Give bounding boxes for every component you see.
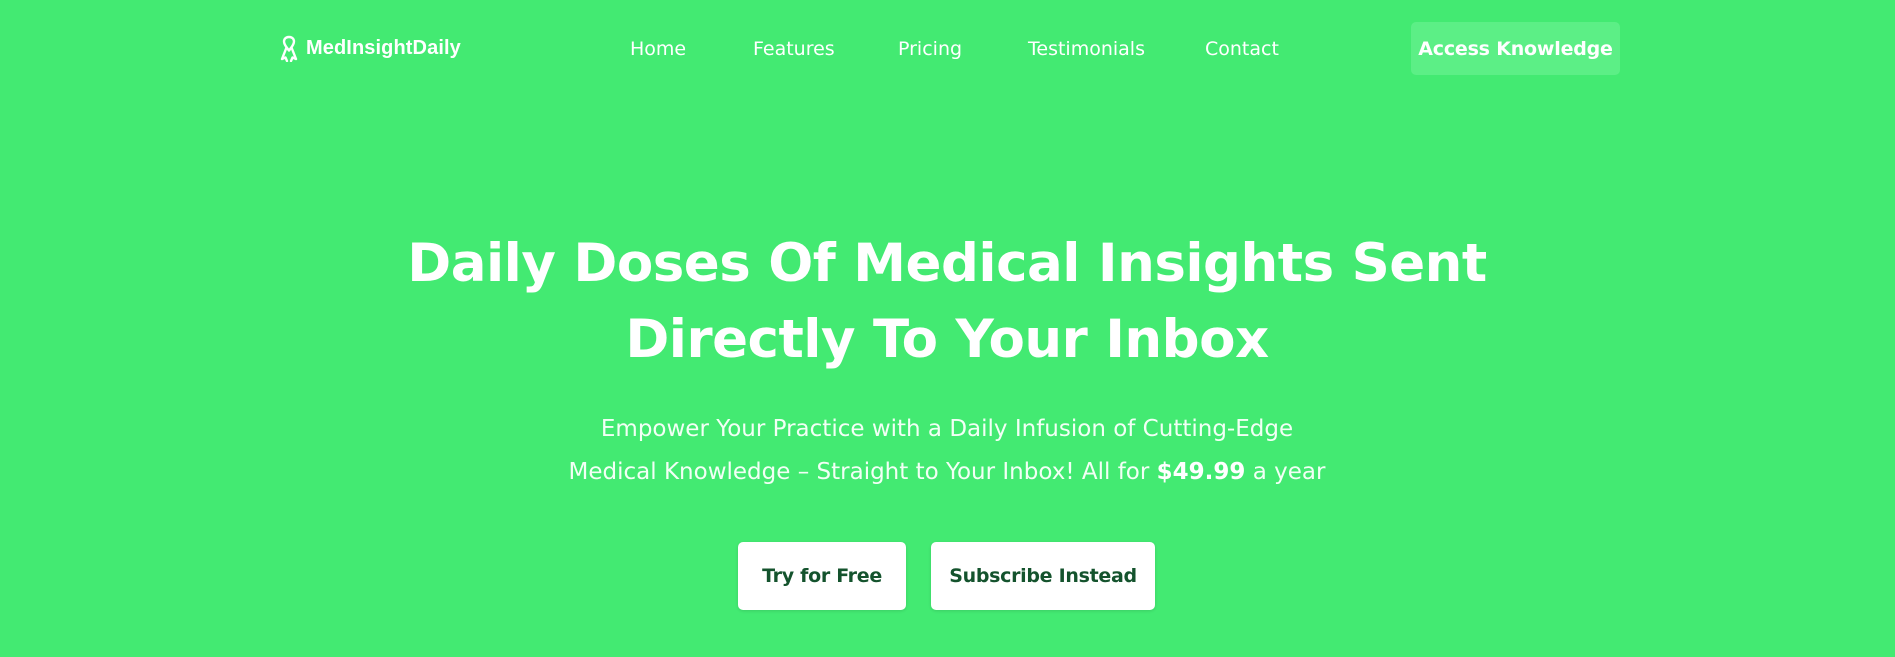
brand-logo-link[interactable]: MedInsightDaily bbox=[278, 34, 461, 63]
subscribe-instead-button[interactable]: Subscribe Instead bbox=[931, 542, 1155, 610]
hero-title-line-2: Directly To Your Inbox bbox=[625, 309, 1269, 370]
ribbon-icon bbox=[278, 34, 300, 63]
hero-subtitle-line-2-suffix: a year bbox=[1252, 459, 1326, 485]
hero-title: Daily Doses Of Medical Insights Sent Dir… bbox=[347, 226, 1547, 378]
nav-link-testimonials[interactable]: Testimonials bbox=[1028, 38, 1145, 60]
hero-subtitle-line-1: Empower Your Practice with a Daily Infus… bbox=[600, 416, 1294, 442]
hero-title-line-1: Daily Doses Of Medical Insights Sent bbox=[407, 233, 1487, 294]
hero-subtitle: Empower Your Practice with a Daily Infus… bbox=[447, 408, 1447, 494]
brand-name: MedInsightDaily bbox=[306, 36, 461, 59]
nav-link-contact[interactable]: Contact bbox=[1205, 38, 1279, 60]
nav-link-pricing[interactable]: Pricing bbox=[898, 38, 962, 60]
hero-subtitle-line-2-prefix: Medical Knowledge – Straight to Your Inb… bbox=[568, 459, 1150, 485]
nav-link-home[interactable]: Home bbox=[630, 38, 686, 60]
access-knowledge-button[interactable]: Access Knowledge bbox=[1411, 22, 1620, 75]
price-value: $49.99 bbox=[1156, 459, 1246, 485]
nav-link-features[interactable]: Features bbox=[753, 38, 835, 60]
top-navbar: MedInsightDaily Home Features Pricing Te… bbox=[0, 0, 1895, 100]
try-for-free-button[interactable]: Try for Free bbox=[738, 542, 906, 610]
